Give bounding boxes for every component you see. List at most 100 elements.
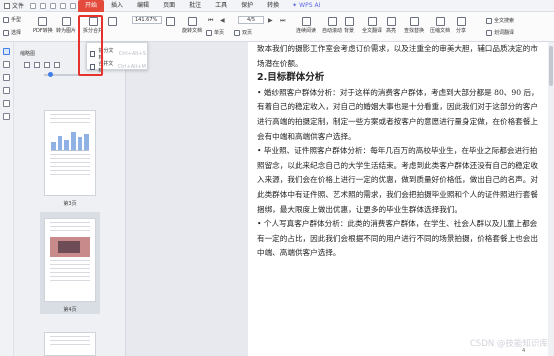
page-thumbnail-4[interactable]: [44, 218, 96, 302]
attachment-icon[interactable]: [3, 87, 10, 94]
thumbnail-photo: [50, 237, 90, 257]
paragraph-wedding: • 婚纱照客户群体分析：对于这样的消费客户群体，考虑到大部分都是 80、90 后…: [257, 87, 539, 141]
background-icon: [344, 17, 354, 26]
continuous-read-label: 连续阅读: [296, 28, 317, 34]
share-label: 分享: [456, 28, 467, 34]
background-button[interactable]: 背景: [344, 16, 354, 34]
scrollbar-thumb[interactable]: [549, 46, 553, 86]
signature-icon[interactable]: [3, 113, 10, 120]
page-thumbnail-5[interactable]: [44, 332, 96, 356]
save-icon[interactable]: [30, 2, 37, 9]
pdf-convert-label: PDF转换: [33, 28, 53, 34]
auto-scroll-icon: [327, 17, 337, 26]
full-translate-button[interactable]: 全文翻译: [362, 16, 382, 34]
thumbnail-panel-icon[interactable]: [3, 48, 10, 55]
page-thumbnail-3-label: 第3页: [63, 201, 77, 207]
compress-button[interactable]: 压缩文档: [430, 16, 450, 34]
tab-protect[interactable]: 保护: [234, 0, 260, 12]
full-text-search-label: 全文搜索: [494, 18, 515, 24]
tab-convert[interactable]: 转换: [260, 0, 286, 12]
tab-comment[interactable]: 批注: [182, 0, 208, 12]
thumbnail-panel: 缩略图 第3页 第4页: [14, 42, 126, 356]
search-icon: [486, 17, 492, 24]
section-heading: 2.目标群体分析: [257, 72, 325, 84]
page-number-input[interactable]: 4/5: [238, 16, 264, 24]
auto-scroll-label: 自动滚动: [322, 28, 343, 34]
thumbnail-tools: [24, 62, 60, 68]
hand-label: 手型: [11, 17, 22, 23]
pdf-convert-icon: [38, 17, 48, 26]
vertical-scrollbar[interactable]: [548, 42, 554, 356]
redo-icon[interactable]: [60, 2, 67, 9]
find-replace-button[interactable]: 查找替换: [404, 16, 424, 34]
compress-icon: [435, 17, 445, 26]
wps-ai-button[interactable]: ✦ WPS AI: [292, 2, 320, 9]
last-page-icon[interactable]: ⏭: [280, 17, 285, 25]
paragraph-graduation: • 毕业照、证件照客户群体分析：每年几百万的高校毕业生，在毕业之际都会进行拍照留…: [257, 146, 538, 214]
continuous-read-button[interactable]: 连续阅读: [296, 16, 316, 34]
cursor-icon: [3, 29, 9, 36]
delete-page-icon[interactable]: [34, 62, 40, 68]
translate-icon: [367, 17, 377, 26]
rotate-label: 旋转文档: [182, 28, 203, 34]
double-page-label: 双页: [242, 30, 253, 36]
sparkle-icon: ✦: [292, 2, 298, 9]
thumbnail-chart: [51, 129, 90, 151]
menu-icon: [4, 2, 10, 9]
paragraph-portrait: • 个人写真客户群体分析：此类的消费客户群体，在学生、社会人群以及儿童上都会有一…: [257, 219, 538, 258]
print-icon[interactable]: [40, 2, 47, 9]
zoom-out-button[interactable]: [108, 16, 117, 26]
full-text-search-button[interactable]: 全文搜索: [486, 17, 514, 24]
page-thumbnail-4-label: 第4页: [63, 307, 77, 313]
tab-page[interactable]: 页面: [156, 0, 182, 12]
next-page-icon[interactable]: ▶: [268, 17, 273, 24]
rotate-page-icon[interactable]: [44, 62, 50, 68]
insert-page-icon[interactable]: [24, 62, 30, 68]
find-icon: [409, 17, 419, 26]
split-shortcut: Ctrl+Alt+S: [118, 51, 146, 57]
to-image-label: 转为图片: [56, 28, 77, 34]
zoom-in-icon: [166, 17, 175, 26]
bookmark-icon[interactable]: [3, 61, 10, 68]
first-page-icon[interactable]: ⏮: [208, 17, 213, 25]
menu-tab-bar: 文件 开始 插入 编辑 页面 批注 工具 保护 转换 ✦ WPS AI: [0, 0, 554, 12]
image-icon: [61, 17, 71, 26]
to-image-button[interactable]: 转为图片: [56, 16, 76, 34]
merge-shortcut: Ctrl+Alt+M: [117, 64, 146, 70]
single-page-button[interactable]: 单页: [206, 29, 224, 36]
more-icon[interactable]: [70, 2, 77, 9]
zoom-input[interactable]: 141.67%: [132, 16, 162, 24]
more-options-icon[interactable]: [54, 62, 60, 68]
annotation-icon[interactable]: [3, 74, 10, 81]
word-translate-label: 划词翻译: [494, 30, 515, 36]
split-merge-highlight: [78, 15, 103, 76]
find-replace-label: 查找替换: [404, 28, 425, 34]
undo-icon[interactable]: [50, 2, 57, 9]
highlight-button[interactable]: 高亮: [386, 16, 396, 34]
auto-scroll-button[interactable]: 自动滚动: [322, 16, 342, 34]
slider-handle[interactable]: [48, 72, 53, 77]
select-label: 选择: [11, 30, 22, 36]
select-tool-button[interactable]: 选择: [3, 29, 21, 36]
prev-page-icon[interactable]: ◀: [220, 17, 225, 24]
wps-ai-label: WPS AI: [299, 2, 321, 9]
word-translate-icon: [486, 29, 492, 36]
double-page-button[interactable]: 双页: [234, 29, 252, 36]
document-viewport[interactable]: 致本我们的摄影工作室会考虑订价需求，以及注重全的审美大胆，辅口品质决定的市场潜在…: [126, 42, 554, 356]
tab-tools[interactable]: 工具: [208, 0, 234, 12]
pdf-convert-button[interactable]: PDF转换: [33, 16, 53, 34]
rotate-icon: [187, 17, 197, 26]
word-translate-button[interactable]: 划词翻译: [486, 29, 514, 36]
rotate-button[interactable]: 旋转文档: [182, 16, 202, 34]
hand-tool-button[interactable]: 手型: [3, 16, 21, 23]
page-thumbnail-3[interactable]: [44, 110, 96, 196]
tab-insert[interactable]: 插入: [104, 0, 130, 12]
tab-edit[interactable]: 编辑: [130, 0, 156, 12]
tab-start[interactable]: 开始: [78, 0, 105, 12]
highlight-icon: [386, 17, 396, 26]
file-menu[interactable]: 文件: [0, 0, 28, 12]
layers-icon[interactable]: [3, 100, 10, 107]
zoom-in-button[interactable]: [166, 16, 175, 26]
zoom-out-icon: [108, 17, 117, 26]
share-button[interactable]: 分享: [456, 16, 466, 34]
